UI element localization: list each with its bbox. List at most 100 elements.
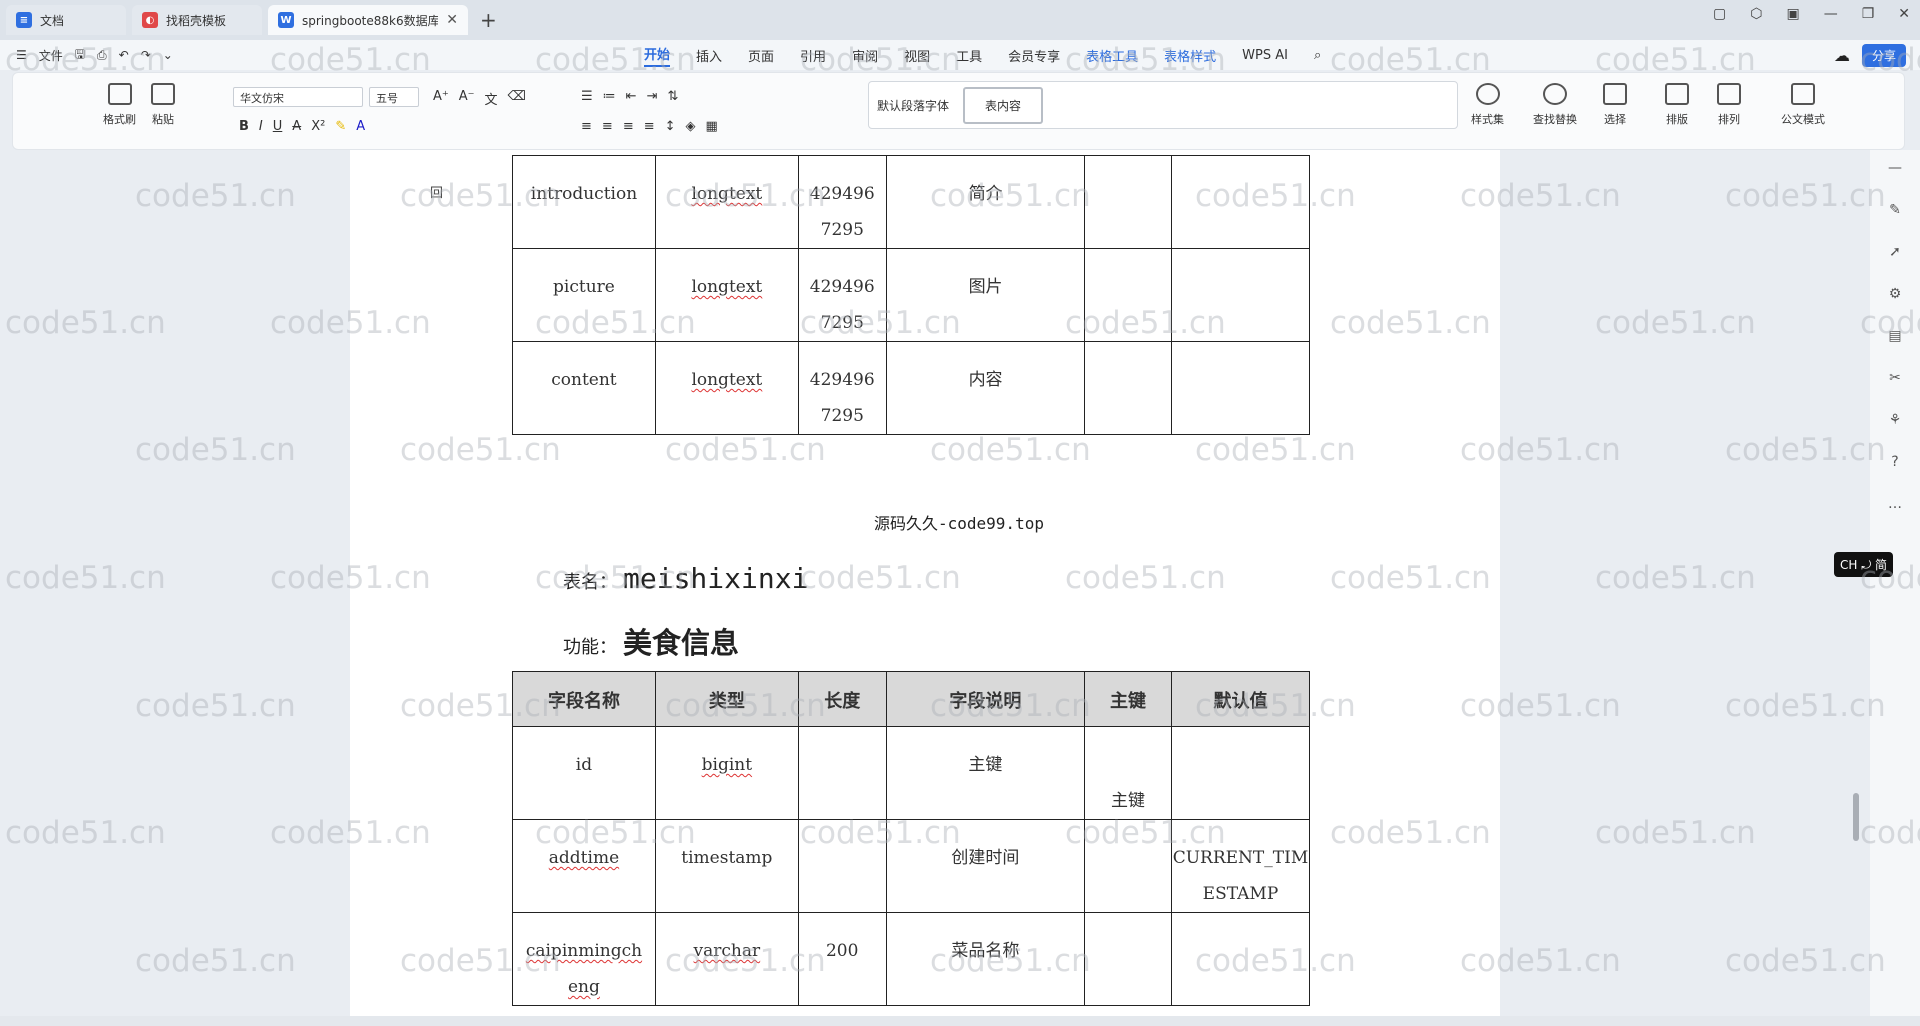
- highlight-icon[interactable]: ✎: [335, 119, 346, 134]
- cursor-icon[interactable]: ➚: [1889, 244, 1901, 260]
- table-cell[interactable]: 内容: [885, 341, 1086, 435]
- table-cell[interactable]: [1170, 726, 1311, 820]
- cube-icon[interactable]: ⬡: [1750, 6, 1762, 22]
- font-color-icon[interactable]: A: [356, 119, 365, 134]
- table-cell[interactable]: [1171, 248, 1310, 342]
- grow-font-icon[interactable]: A⁺: [433, 89, 449, 108]
- chevron-down-icon[interactable]: ⌄: [163, 48, 173, 62]
- line-spacing-icon[interactable]: ↕: [665, 119, 676, 134]
- phonetic-icon[interactable]: 文: [485, 89, 498, 108]
- table-cell[interactable]: timestamp: [654, 819, 799, 913]
- outdent-icon[interactable]: ⇤: [626, 89, 637, 104]
- save-icon[interactable]: 🖫: [75, 45, 85, 66]
- justify-icon[interactable]: ≡: [644, 119, 655, 134]
- underline-icon[interactable]: U: [273, 119, 283, 134]
- tab-start[interactable]: 开始: [644, 44, 671, 67]
- cloud-upload-icon[interactable]: ☁: [1834, 46, 1850, 65]
- tab-view[interactable]: 视图: [904, 46, 930, 65]
- table-cell[interactable]: bigint: [654, 726, 799, 820]
- align-right-icon[interactable]: ≡: [623, 119, 634, 134]
- redo-icon[interactable]: ↷: [141, 48, 151, 62]
- superscript-icon[interactable]: X²: [311, 119, 325, 134]
- section-marker[interactable]: 回: [430, 182, 443, 201]
- close-button[interactable]: ✕: [1898, 6, 1910, 22]
- find-replace-button[interactable]: 查找替换: [1533, 83, 1577, 127]
- layout-button[interactable]: 排版: [1665, 83, 1689, 127]
- numbering-icon[interactable]: ≔: [603, 89, 616, 104]
- tab-page[interactable]: 页面: [748, 46, 774, 65]
- pen-icon[interactable]: ✎: [1889, 202, 1901, 218]
- more-icon[interactable]: …: [1888, 496, 1902, 512]
- border-icon[interactable]: ▦: [706, 119, 718, 134]
- eraser-icon[interactable]: ⌫: [508, 89, 526, 108]
- table-cell[interactable]: [1084, 248, 1173, 342]
- table-cell[interactable]: 创建时间: [885, 819, 1086, 913]
- table-cell[interactable]: 菜品名称: [885, 912, 1086, 1006]
- scrollbar-thumb[interactable]: [1853, 793, 1859, 841]
- table-cell[interactable]: 主键: [885, 726, 1086, 820]
- table-cell[interactable]: 图片: [885, 248, 1086, 342]
- table-cell[interactable]: picture: [512, 248, 656, 342]
- table-cell[interactable]: [797, 726, 887, 820]
- italic-icon[interactable]: I: [259, 119, 263, 134]
- menu-icon[interactable]: ☰: [16, 48, 27, 62]
- table-cell[interactable]: content: [512, 341, 656, 435]
- table-cell[interactable]: 200: [797, 912, 887, 1006]
- shading-icon[interactable]: ◈: [686, 119, 696, 134]
- table-cell[interactable]: CURRENT_TIM ESTAMP: [1170, 819, 1311, 913]
- avatar[interactable]: ▣: [1786, 6, 1799, 22]
- sort-icon[interactable]: ⇅: [667, 89, 678, 104]
- wps-ai-button[interactable]: WPS AI: [1242, 48, 1288, 63]
- undo-icon[interactable]: ↶: [119, 48, 129, 62]
- share-button[interactable]: 分享: [1861, 44, 1906, 67]
- style-set-button[interactable]: 样式集: [1471, 83, 1504, 127]
- table-cell[interactable]: [1084, 912, 1172, 1006]
- table-cell[interactable]: longtext: [654, 248, 799, 342]
- strikethrough-icon[interactable]: A: [292, 119, 301, 134]
- search-icon[interactable]: ⌕: [1314, 48, 1321, 63]
- bold-icon[interactable]: B: [239, 119, 249, 134]
- ime-indicator[interactable]: CH ⤾ 简: [1834, 552, 1894, 577]
- tab-review[interactable]: 审阅: [852, 46, 878, 65]
- align-center-icon[interactable]: ≡: [602, 119, 613, 134]
- table-cell[interactable]: 429496 7295: [797, 341, 887, 435]
- table-cell[interactable]: [1084, 155, 1173, 249]
- close-icon[interactable]: ✕: [446, 12, 458, 28]
- collapse-icon[interactable]: —: [1888, 160, 1902, 176]
- tab-table-style[interactable]: 表格样式: [1164, 46, 1216, 65]
- shrink-font-icon[interactable]: A⁻: [459, 89, 475, 108]
- table-cell[interactable]: [1170, 912, 1311, 1006]
- tab-insert[interactable]: 插入: [696, 46, 722, 65]
- maximize-button[interactable]: ❐: [1862, 6, 1875, 22]
- official-mode-button[interactable]: 公文模式: [1781, 83, 1825, 127]
- bullets-icon[interactable]: ☰: [581, 89, 593, 104]
- style-table-content[interactable]: 表内容: [963, 86, 1044, 124]
- font-size-select[interactable]: 五号: [369, 87, 419, 107]
- tools-icon[interactable]: ✂: [1889, 370, 1901, 386]
- new-tab-button[interactable]: +: [480, 8, 497, 32]
- table-cell[interactable]: [1084, 819, 1172, 913]
- tab-docs[interactable]: ≡ 文档: [6, 5, 126, 35]
- help-icon[interactable]: ?: [1891, 454, 1898, 470]
- table-cell[interactable]: caipinmingch eng: [512, 912, 656, 1006]
- arrange-button[interactable]: 排列: [1717, 83, 1741, 127]
- restore-icon[interactable]: ▢: [1713, 6, 1726, 22]
- table-cell[interactable]: longtext: [654, 155, 799, 249]
- table-cell[interactable]: addtime: [512, 819, 656, 913]
- table-cell[interactable]: varchar: [654, 912, 799, 1006]
- align-left-icon[interactable]: ≡: [581, 119, 592, 134]
- template-icon[interactable]: ▤: [1888, 328, 1901, 344]
- table-cell[interactable]: 主键: [1084, 726, 1172, 820]
- tab-member[interactable]: 会员专享: [1008, 46, 1060, 65]
- file-menu[interactable]: 文件: [39, 47, 63, 64]
- table-cell[interactable]: [1171, 341, 1310, 435]
- table-cell[interactable]: [1084, 341, 1173, 435]
- print-icon[interactable]: ⎙: [97, 48, 107, 63]
- select-button[interactable]: 选择: [1603, 83, 1627, 127]
- table-cell[interactable]: 简介: [885, 155, 1086, 249]
- tab-document[interactable]: W springboote88k6数据库文档 ✕: [268, 5, 468, 35]
- tab-tools[interactable]: 工具: [956, 46, 982, 65]
- table-cell[interactable]: [1171, 155, 1310, 249]
- adjust-icon[interactable]: ⚙: [1889, 286, 1902, 302]
- format-painter-button[interactable]: 格式刷: [103, 83, 136, 127]
